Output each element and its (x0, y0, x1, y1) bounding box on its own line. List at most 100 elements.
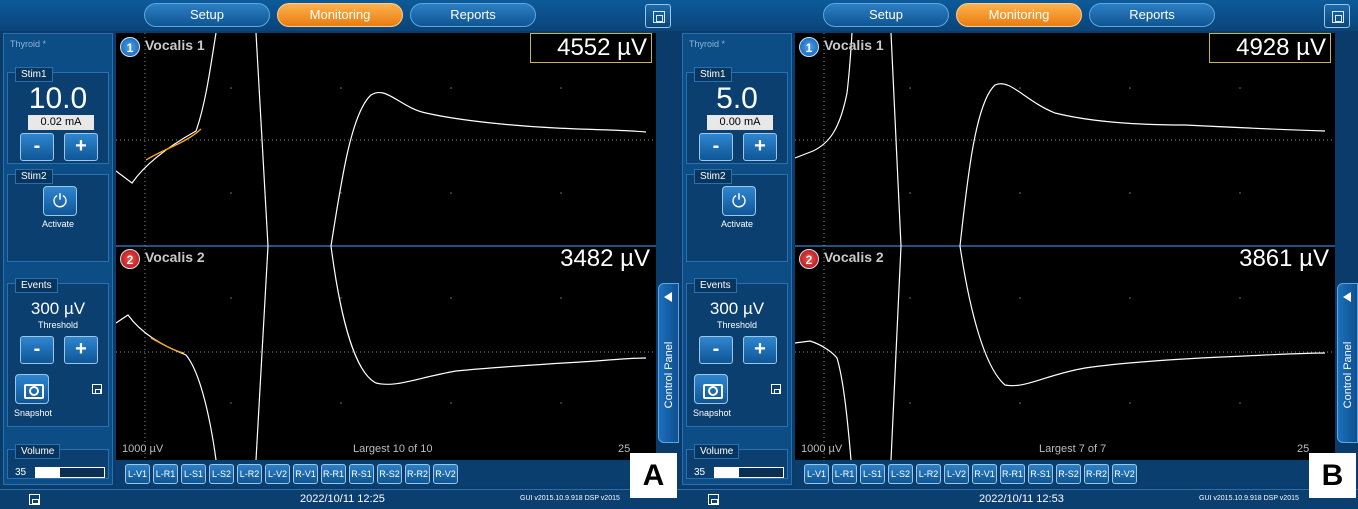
threshold-value: 300 µV (30, 299, 86, 318)
ch2-badge[interactable]: 2 (799, 249, 819, 269)
mode-button-r-s1[interactable]: R-S1 (1028, 464, 1053, 484)
ch1-trace-response (330, 92, 647, 247)
mode-button-r-v2[interactable]: R-V2 (433, 464, 458, 484)
volume-label: Volume (694, 444, 740, 459)
mode-button-l-r1[interactable]: L-R1 (153, 464, 178, 484)
control-panel-label: Control Panel (1342, 341, 1354, 409)
mode-button-l-v1[interactable]: L-V1 (804, 464, 829, 484)
stim1-minus-button[interactable]: - (699, 133, 733, 161)
timebase-label: 25 (1297, 443, 1310, 455)
tab-monitoring[interactable]: Monitoring (956, 3, 1082, 27)
stim1-label: Stim1 (694, 67, 732, 82)
ch1-badge[interactable]: 1 (120, 37, 140, 57)
datetime-readout: 2022/10/11 12:25 (300, 493, 385, 505)
mode-button-r-v1[interactable]: R-V1 (972, 464, 997, 484)
activate-label: Activate (720, 219, 753, 229)
snapshot-label: Snapshot (693, 408, 732, 418)
control-panel-tab[interactable]: Control Panel (1337, 283, 1358, 443)
threshold-plus-button[interactable]: + (64, 336, 98, 364)
monitor-panel-b: Setup Monitoring Reports Thyroid * Stim1… (679, 0, 1358, 509)
scope-display: 1 Vocalis 1 4928 µV 2 Vocalis 2 3861 µV … (795, 33, 1335, 460)
volume-label: Volume (15, 444, 61, 459)
stim1-plus-button[interactable]: + (64, 133, 98, 161)
mode-button-l-v2[interactable]: L-V2 (265, 464, 290, 484)
mode-button-r-v1[interactable]: R-V1 (293, 464, 318, 484)
ch2-name: Vocalis 2 (145, 249, 205, 265)
stim2-box: Stim2 ⏻ Activate (7, 169, 109, 262)
stim1-value: 10.0 (28, 82, 88, 115)
save-icon[interactable] (708, 494, 719, 505)
ch1-name: Vocalis 1 (824, 37, 884, 53)
stim1-value: 5.0 (716, 82, 758, 115)
volume-fill (715, 468, 739, 477)
ch1-amplitude: 4552 µV (530, 33, 652, 63)
status-bar: 2022/10/11 12:53 GUI v2015.10.9.918 DSP … (679, 489, 1358, 509)
events-box: Events 300 µV Threshold - + Snapshot (686, 278, 788, 427)
window-mode-icon[interactable] (645, 4, 671, 28)
volume-box: Volume 35 (7, 444, 109, 479)
volume-fill (36, 468, 60, 477)
power-icon[interactable]: ⏻ (43, 186, 77, 216)
mode-button-r-s1[interactable]: R-S1 (349, 464, 374, 484)
stim2-box: Stim2 ⏻ Activate (686, 169, 788, 262)
mode-button-l-s1[interactable]: L-S1 (181, 464, 206, 484)
procedure-title: Thyroid * (10, 39, 47, 49)
mode-button-r-s2[interactable]: R-S2 (377, 464, 402, 484)
mode-button-l-s2[interactable]: L-S2 (888, 464, 913, 484)
volume-value: 35 (694, 467, 706, 478)
stim2-label: Stim2 (15, 169, 53, 184)
camera-icon[interactable] (694, 374, 728, 404)
ch2-trace-highlight (150, 337, 185, 354)
save-icon[interactable] (29, 494, 40, 505)
top-nav-bar: Setup Monitoring Reports (0, 0, 679, 31)
tab-monitoring[interactable]: Monitoring (277, 3, 403, 27)
mode-button-r-v2[interactable]: R-V2 (1112, 464, 1137, 484)
volume-slider[interactable] (714, 467, 784, 478)
stim2-label: Stim2 (694, 169, 732, 184)
version-text: GUI v2015.10.9.918 DSP v2015 (1199, 495, 1299, 502)
camera-icon[interactable] (15, 374, 49, 404)
save-icon[interactable] (771, 384, 781, 394)
mode-button-r-r2[interactable]: R-R2 (405, 464, 430, 484)
activate-label: Activate (41, 219, 74, 229)
ch2-badge[interactable]: 2 (120, 249, 140, 269)
stim1-minus-button[interactable]: - (20, 133, 54, 161)
tab-setup[interactable]: Setup (144, 3, 270, 27)
threshold-label: Threshold (716, 320, 758, 330)
ch1-badge[interactable]: 1 (799, 37, 819, 57)
mode-button-r-s2[interactable]: R-S2 (1056, 464, 1081, 484)
mode-button-r-r1[interactable]: R-R1 (321, 464, 346, 484)
mode-button-l-r2[interactable]: L-R2 (916, 464, 941, 484)
mode-button-row: L-V1 L-R1 L-S1 L-S2 L-R2 L-V2 R-V1 R-R1 … (795, 461, 1335, 487)
mode-button-l-s1[interactable]: L-S1 (860, 464, 885, 484)
volume-value: 35 (15, 467, 27, 478)
threshold-minus-button[interactable]: - (699, 336, 733, 364)
events-box: Events 300 µV Threshold - + Snapshot (7, 278, 109, 427)
tab-reports[interactable]: Reports (410, 3, 536, 27)
mode-button-r-r2[interactable]: R-R2 (1084, 464, 1109, 484)
volume-slider[interactable] (35, 467, 105, 478)
mode-button-row: L-V1 L-R1 L-S1 L-S2 L-R2 L-V2 R-V1 R-R1 … (116, 461, 656, 487)
figure-label-b: B (1309, 453, 1356, 498)
threshold-plus-button[interactable]: + (743, 336, 777, 364)
stim1-plus-button[interactable]: + (743, 133, 777, 161)
ch1-trace-drop (255, 33, 269, 247)
mode-button-l-r1[interactable]: L-R1 (832, 464, 857, 484)
control-panel-tab[interactable]: Control Panel (658, 283, 679, 443)
mode-button-l-r2[interactable]: L-R2 (237, 464, 262, 484)
save-icon[interactable] (92, 384, 102, 394)
mode-button-l-s2[interactable]: L-S2 (209, 464, 234, 484)
version-text: GUI v2015.10.9.918 DSP v2015 (520, 495, 620, 502)
window-mode-icon[interactable] (1324, 4, 1350, 28)
mode-button-r-r1[interactable]: R-R1 (1000, 464, 1025, 484)
ch2-trace-rise (890, 245, 902, 460)
tab-setup[interactable]: Setup (823, 3, 949, 27)
snapshot-label: Snapshot (14, 408, 53, 418)
power-icon[interactable]: ⏻ (722, 186, 756, 216)
threshold-minus-button[interactable]: - (20, 336, 54, 364)
tab-reports[interactable]: Reports (1089, 3, 1215, 27)
mode-button-l-v2[interactable]: L-V2 (944, 464, 969, 484)
mode-button-l-v1[interactable]: L-V1 (125, 464, 150, 484)
ch1-name: Vocalis 1 (145, 37, 205, 53)
control-panel-label: Control Panel (663, 341, 675, 409)
